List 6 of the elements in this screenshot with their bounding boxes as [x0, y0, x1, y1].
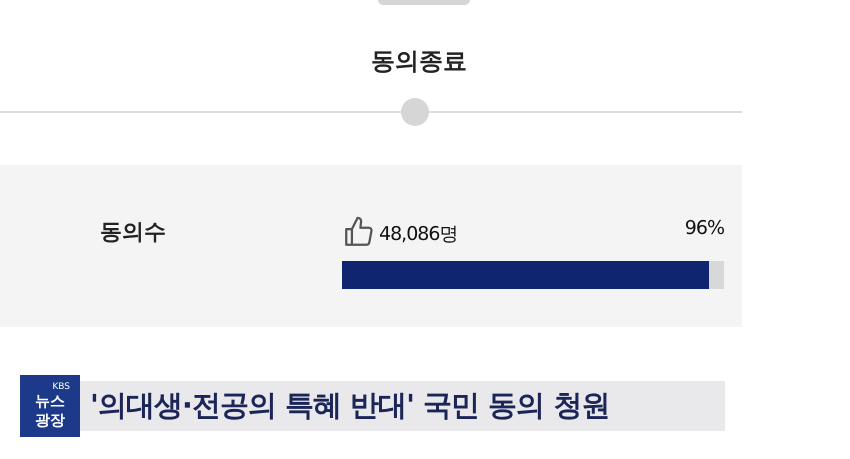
agreement-label: 동의수: [100, 219, 167, 247]
status-title: 동의종료: [371, 46, 468, 77]
news-logo: KBS 뉴스 광장: [20, 375, 80, 437]
agreement-percent: 96%: [684, 217, 724, 239]
agreement-count: 48,086명: [379, 222, 458, 247]
news-headline: '의대생·전공의 특혜 반대' 국민 동의 청원: [80, 381, 725, 431]
